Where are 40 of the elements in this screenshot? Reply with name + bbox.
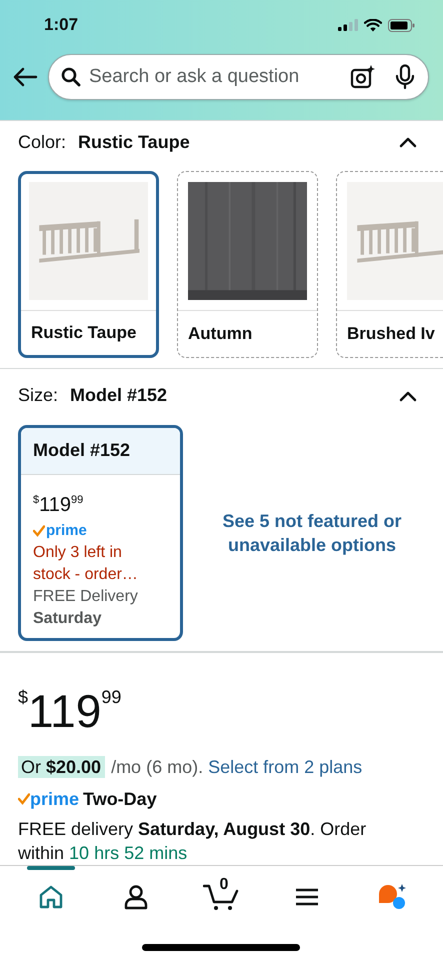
delivery-day: Saturday: [33, 608, 102, 630]
account-icon: [123, 884, 150, 910]
option-value: Model #152: [70, 385, 168, 406]
prime-logo: prime: [33, 520, 87, 542]
wifi-icon: [364, 18, 382, 32]
status-time: 1:07: [44, 15, 80, 35]
menu-icon: [294, 887, 319, 907]
cart-tab[interactable]: 0: [191, 866, 252, 912]
home-icon: [38, 884, 64, 910]
option-label: Color:: [18, 132, 66, 152]
color-swatch[interactable]: Brushed Iv: [336, 171, 443, 358]
search-icon: [61, 67, 81, 87]
delivery-text: FREE delivery Saturday, August 30. Order within 10 hrs 52 mins: [18, 818, 368, 865]
search-bar[interactable]: Search or ask a question: [48, 54, 429, 100]
prime-logo: prime: [18, 787, 80, 811]
price-text: $^{$}$119$^{99}$: [18, 685, 122, 737]
cart-count: 0: [219, 876, 228, 894]
stock-warning: Only 3 left in stock - order…: [33, 542, 139, 585]
collapse-chevron-icon[interactable]: [399, 136, 417, 148]
size-option-card[interactable]: Model #152 $^{$}$119$^{99}$ prime Only 3 left in stock - order… FREE Delivery Saturday: [18, 424, 183, 641]
color-swatch[interactable]: Rustic Taupe: [18, 171, 159, 358]
more-options-link[interactable]: See 5 not featured or unavailable options: [217, 508, 407, 557]
delivery-speed: Two-Day: [83, 788, 157, 811]
microphone-icon[interactable]: [394, 64, 416, 90]
camera-icon[interactable]: [350, 64, 376, 90]
option-title: Model #152: [21, 428, 180, 475]
back-arrow-icon[interactable]: [12, 67, 38, 87]
option-value: Rustic Taupe: [78, 132, 191, 152]
option-label: Size:: [18, 385, 58, 406]
battery-icon: [388, 18, 415, 32]
color-swatch[interactable]: Autumn: [177, 171, 318, 358]
search-field[interactable]: Search or ask a question: [89, 66, 342, 88]
price-text: $^{$}$119$^{99}$: [33, 492, 84, 518]
delivery-text: FREE Delivery: [33, 586, 138, 607]
installment-terms: /mo (6 mo).: [111, 757, 204, 777]
plans-link[interactable]: Select from 2 plans: [208, 757, 362, 777]
collapse-chevron-icon[interactable]: [399, 390, 417, 402]
assistant-icon: [377, 883, 408, 911]
installment-offer: Or $20.00: [18, 756, 106, 778]
signal-icon: [338, 19, 358, 31]
